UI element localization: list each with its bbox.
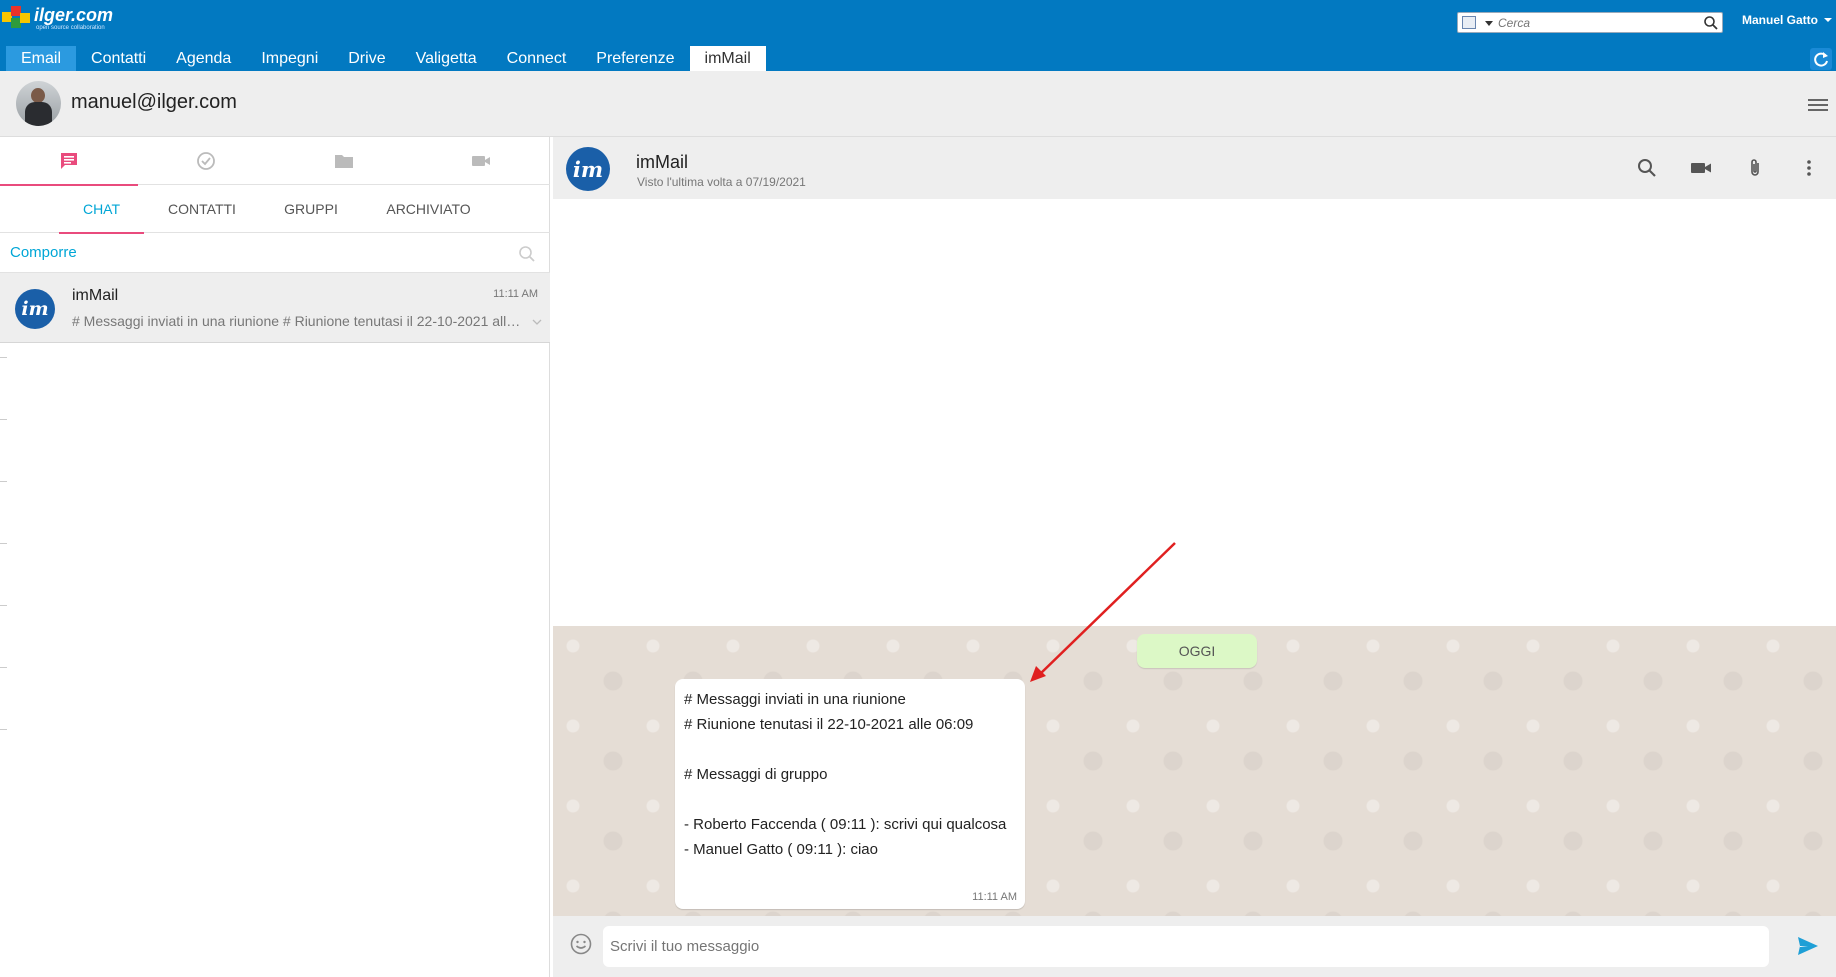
search-icon[interactable] xyxy=(518,245,536,263)
message-line xyxy=(684,787,1016,812)
message-line: # Messaggi di gruppo xyxy=(684,766,828,783)
global-search xyxy=(1457,12,1723,33)
list-item[interactable]: im imMail 11:11 AM # Messaggi inviati in… xyxy=(0,273,550,343)
message-input[interactable] xyxy=(603,926,1769,967)
conversation-actions xyxy=(1620,154,1836,182)
immail-avatar[interactable]: im xyxy=(566,147,610,191)
chevron-down-icon xyxy=(1824,18,1833,22)
tab-contatti[interactable]: CONTATTI xyxy=(159,185,245,233)
send-icon[interactable] xyxy=(1796,934,1820,958)
refresh-button[interactable] xyxy=(1810,48,1832,70)
folder-icon xyxy=(334,155,353,168)
search-icon xyxy=(1638,159,1656,177)
nav-tab-preferenze[interactable]: Preferenze xyxy=(581,46,689,71)
tab-chat-list[interactable]: CHAT xyxy=(59,185,144,234)
profile-bar: manuel@ilger.com xyxy=(0,71,1836,137)
video-camera-icon xyxy=(472,156,491,166)
attach-icon xyxy=(1751,159,1759,176)
compose-bar[interactable]: Comporre xyxy=(0,233,550,273)
message-list: OGGI # Messaggi inviati in una riunione … xyxy=(553,626,1836,916)
conversation-title: imMail xyxy=(636,152,688,172)
app-nav: Email Contatti Agenda Impegni Drive Vali… xyxy=(6,46,766,71)
global-search-input[interactable] xyxy=(1498,14,1698,31)
nav-tab-agenda[interactable]: Agenda xyxy=(161,46,246,71)
message-composer xyxy=(553,916,1836,977)
date-separator: OGGI xyxy=(1137,634,1257,668)
logo[interactable]: ilger.com open source collaboration xyxy=(2,4,113,32)
tab-files[interactable] xyxy=(275,137,413,185)
message-line: # Riunione tenutasi il 22-10-2021 alle 0… xyxy=(684,716,974,733)
chevron-down-icon[interactable] xyxy=(532,317,542,327)
tab-video[interactable] xyxy=(413,137,551,185)
nav-tab-valigetta[interactable]: Valigetta xyxy=(401,46,492,71)
sidebar-sub-tabs: CHAT CONTATTI GRUPPI ARCHIVIATO xyxy=(0,185,550,234)
avatar[interactable] xyxy=(16,81,61,126)
chat-sidebar: CHAT CONTATTI GRUPPI ARCHIVIATO Comporre… xyxy=(0,137,550,977)
conversation-panel: im imMail Visto l'ultima volta a 07/19/2… xyxy=(553,137,1836,977)
tab-archiviato[interactable]: ARCHIVIATO xyxy=(380,185,477,233)
chat-time: 11:11 AM xyxy=(493,288,538,300)
video-call-button[interactable] xyxy=(1674,154,1728,182)
chat-icon xyxy=(60,153,77,169)
message-bubble[interactable]: # Messaggi inviati in una riunione # Riu… xyxy=(675,679,1025,909)
tab-chat[interactable] xyxy=(0,137,138,186)
message-line xyxy=(684,737,1016,762)
nav-tab-impegni[interactable]: Impegni xyxy=(246,46,333,71)
tab-tasks[interactable] xyxy=(138,137,276,185)
logo-subtitle: open source collaboration xyxy=(36,25,105,31)
nav-tab-connect[interactable]: Connect xyxy=(492,46,582,71)
calendar-source-icon[interactable] xyxy=(1462,16,1476,29)
menu-icon[interactable] xyxy=(1808,99,1828,113)
message-line: - Roberto Faccenda ( 09:11 ): scrivi qui… xyxy=(684,816,1007,833)
more-button[interactable] xyxy=(1782,154,1836,182)
conversation-header: im imMail Visto l'ultima volta a 07/19/2… xyxy=(553,137,1836,199)
top-bar: ilger.com open source collaboration Manu… xyxy=(0,0,1836,71)
message-line: - Manuel Gatto ( 09:11 ): ciao xyxy=(684,841,878,858)
profile-email: manuel@ilger.com xyxy=(71,91,237,113)
compose-label[interactable]: Comporre xyxy=(10,244,77,261)
user-menu[interactable]: Manuel Gatto xyxy=(1742,13,1833,27)
nav-tab-immail[interactable]: imMail xyxy=(689,46,766,71)
nav-tab-drive[interactable]: Drive xyxy=(333,46,400,71)
tab-gruppi[interactable]: GRUPPI xyxy=(268,185,354,233)
emoji-icon[interactable] xyxy=(569,932,593,956)
user-name: Manuel Gatto xyxy=(1742,13,1819,27)
check-circle-icon xyxy=(197,152,216,170)
sidebar-icon-tabs xyxy=(0,137,551,186)
chevron-down-icon[interactable] xyxy=(1485,21,1493,26)
nav-tab-contatti[interactable]: Contatti xyxy=(76,46,161,71)
search-button[interactable] xyxy=(1620,154,1674,182)
message-empty-area xyxy=(553,199,1836,626)
message-time: 11:11 AM xyxy=(972,891,1017,903)
attach-button[interactable] xyxy=(1728,154,1782,182)
refresh-icon xyxy=(1814,52,1828,67)
video-camera-icon xyxy=(1691,163,1711,173)
nav-tab-email[interactable]: Email xyxy=(6,46,77,71)
logo-mark-icon xyxy=(2,4,32,32)
more-vertical-icon xyxy=(1807,160,1811,176)
chat-name: imMail xyxy=(72,287,119,304)
message-line: # Messaggi inviati in una riunione xyxy=(684,691,906,708)
chat-preview: # Messaggi inviati in una riunione # Riu… xyxy=(72,313,522,329)
last-seen-status: Visto l'ultima volta a 07/19/2021 xyxy=(637,175,806,189)
search-icon[interactable] xyxy=(1703,15,1719,31)
immail-avatar: im xyxy=(15,289,55,329)
logo-text: ilger.com xyxy=(34,5,114,25)
